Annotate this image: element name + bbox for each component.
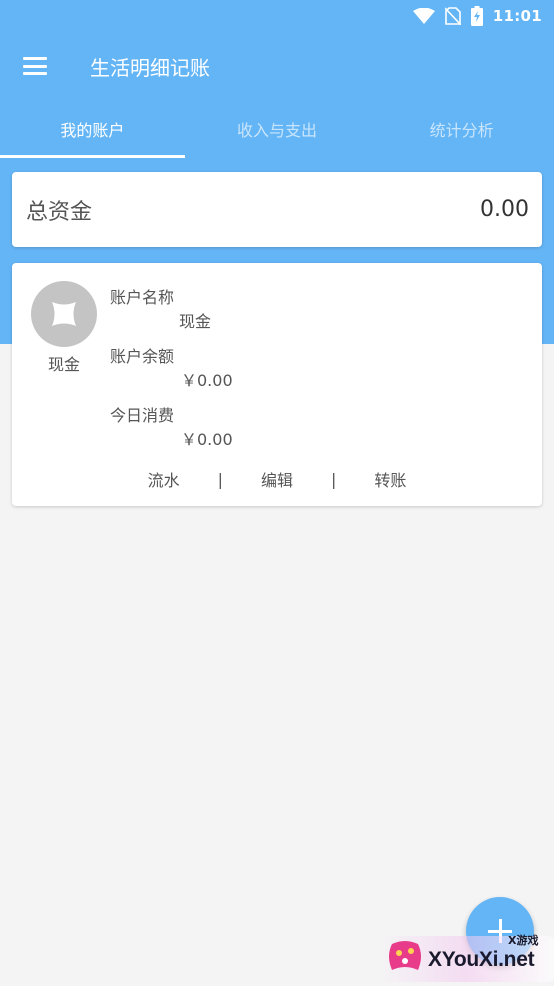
tab-bar: 我的账户 收入与支出 统计分析	[0, 100, 554, 158]
total-funds-card: 总资金 0.00	[12, 172, 542, 247]
account-balance-label: 账户余额	[110, 347, 175, 366]
wifi-icon	[412, 8, 435, 24]
account-actions: 流水 | 编辑 | 转账	[12, 466, 542, 492]
transfer-button[interactable]: 转账	[374, 467, 406, 491]
wallet-icon	[52, 302, 76, 326]
toolbar: 生活明细记账	[0, 32, 554, 100]
account-name-value: 现金	[179, 312, 212, 331]
total-funds-label: 总资金	[26, 199, 93, 225]
status-bar: 11:01	[0, 0, 554, 32]
gamepad-logo-icon	[389, 941, 421, 970]
account-avatar	[31, 281, 97, 347]
total-funds-value: 0.00	[480, 197, 529, 222]
no-sim-icon	[444, 7, 461, 25]
account-balance-value: ￥0.00	[181, 371, 233, 390]
menu-icon	[23, 57, 47, 75]
account-name-label: 账户名称	[110, 288, 175, 307]
tab-my-accounts[interactable]: 我的账户	[0, 100, 185, 158]
account-card[interactable]: 现金 账户名称 现金 账户余额 ￥0.00 今日消费 ￥0.00 流水 | 编辑…	[12, 263, 542, 506]
app-title: 生活明细记账	[90, 55, 210, 80]
battery-charging-icon	[470, 6, 483, 26]
tab-income-expense[interactable]: 收入与支出	[185, 100, 370, 158]
watermark-text: XYouXi.net	[428, 948, 535, 971]
account-type-label: 现金	[47, 355, 80, 374]
watermark-small-text: X游戏	[508, 934, 539, 947]
watermark: X游戏 XYouXi.net	[380, 926, 554, 986]
clock: 11:01	[492, 7, 542, 25]
flow-button[interactable]: 流水	[148, 467, 180, 491]
menu-button[interactable]	[0, 32, 70, 100]
edit-button[interactable]: 编辑	[261, 467, 293, 491]
today-spending-label: 今日消费	[110, 406, 175, 425]
action-divider: |	[217, 469, 223, 489]
today-spending-value: ￥0.00	[181, 430, 233, 449]
tab-statistics[interactable]: 统计分析	[369, 100, 554, 158]
action-divider: |	[331, 469, 337, 489]
